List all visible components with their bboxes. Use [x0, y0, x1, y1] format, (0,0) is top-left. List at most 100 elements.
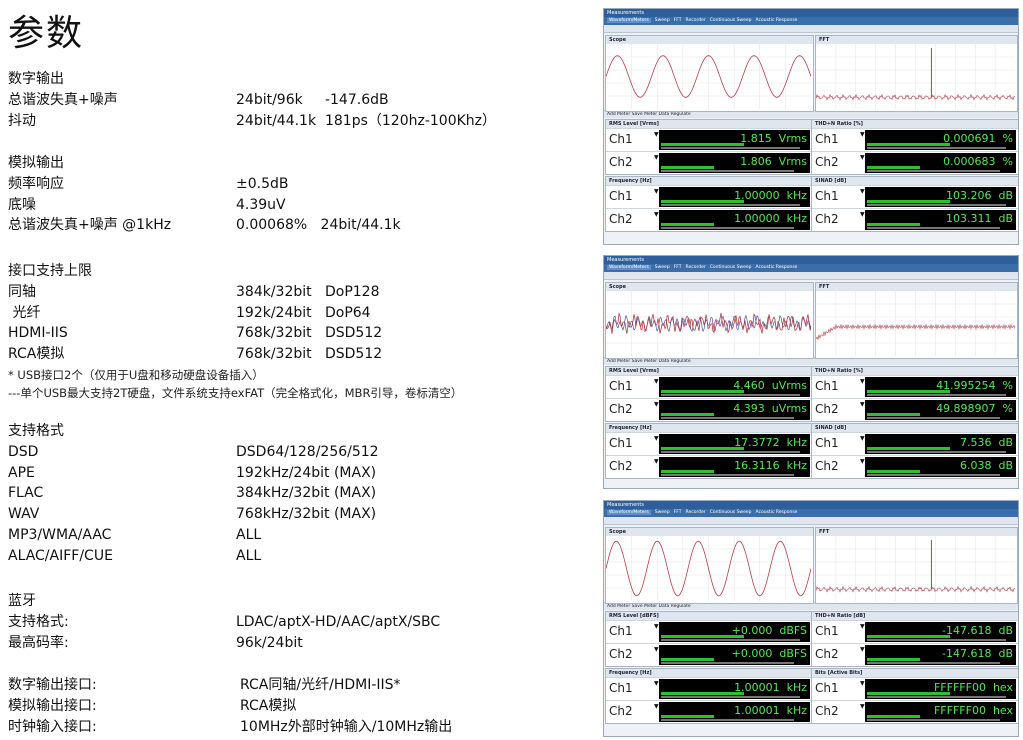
meter-thd-n-ratio: THD+N Ratio [%] Ch1 ▼ 41.995254 % Ch2 ▼ 49.898…: [811, 366, 1018, 422]
spec-key: 频率响应: [8, 175, 64, 192]
meter-display: 1.00001 kHz: [659, 702, 810, 722]
save-meter-data-button[interactable]: Save Meter Data: [632, 112, 671, 117]
channel-label: Ch2: [815, 459, 839, 473]
save-meter-data-button[interactable]: Save Meter Data: [632, 604, 671, 609]
tab-fft[interactable]: FFT: [674, 265, 682, 270]
add-meter-button[interactable]: Add Meter: [607, 359, 632, 364]
spec-value: DSD64/128/256/512: [236, 443, 379, 460]
meter-channel-row: Ch2 ▼ 0.000683 %: [812, 151, 1018, 174]
tab-waveform-meters[interactable]: Waveform/Meters: [607, 18, 651, 23]
tab-fft[interactable]: FFT: [674, 510, 682, 515]
tab-acoustic-response[interactable]: Acoustic Response: [756, 18, 798, 23]
channel-dropdown-icon[interactable]: ▼: [654, 458, 659, 465]
level-bar: [867, 635, 951, 638]
meter-channel-row: Ch2 ▼ 1.806 Vrms: [606, 151, 812, 174]
tab-waveform-meters[interactable]: Waveform/Meters: [607, 265, 651, 270]
meter-display: 1.815 Vrms: [659, 130, 810, 150]
channel-label: Ch1: [815, 189, 839, 203]
channel-dropdown-icon[interactable]: ▼: [654, 435, 659, 442]
meter-name: Bits [Active Bits]: [812, 669, 1018, 677]
save-meter-data-button[interactable]: Save Meter Data: [632, 359, 671, 364]
meter-display: 1.00001 kHz: [659, 679, 810, 699]
meter-channel-row: Ch2 ▼ -147.618 dB: [812, 643, 1018, 666]
scope-label: Scope: [606, 36, 813, 44]
tab-recorder[interactable]: Recorder: [686, 510, 706, 515]
tab-recorder[interactable]: Recorder: [686, 265, 706, 270]
window-title: Measurements: [604, 256, 1018, 264]
channel-dropdown-icon[interactable]: ▼: [860, 211, 865, 218]
tab-continuous-sweep[interactable]: Continuous Sweep: [710, 18, 752, 23]
toolbar: [604, 25, 1018, 40]
channel-dropdown-icon[interactable]: ▼: [860, 378, 865, 385]
meter-value: 103.206 dB: [945, 189, 1013, 202]
channel-dropdown-icon[interactable]: ▼: [654, 154, 659, 161]
meters-grid: RMS Level [Vrms] Ch1 ▼ 4.460 uVrms Ch2 ▼ 4.393…: [604, 365, 1018, 485]
channel-dropdown-icon[interactable]: ▼: [860, 623, 865, 630]
spec-key: APE: [8, 464, 35, 481]
channel-dropdown-icon[interactable]: ▼: [654, 211, 659, 218]
meter-value: FFFFFF00 hex: [933, 704, 1013, 717]
channel-dropdown-icon[interactable]: ▼: [860, 154, 865, 161]
regulate-button[interactable]: Regulate: [671, 112, 691, 117]
section-heading: 蓝牙: [8, 593, 36, 609]
meter-frequency: Frequency [Hz] Ch1 ▼ 1.00000 kHz Ch2 ▼ 1.00000…: [605, 176, 813, 232]
channel-dropdown-icon[interactable]: ▼: [860, 435, 865, 442]
meter-value: 4.393 uVrms: [733, 402, 807, 415]
level-bar: [661, 447, 745, 450]
add-meter-button[interactable]: Add Meter: [607, 112, 632, 117]
meter-value: -147.618 dB: [942, 624, 1013, 637]
channel-dropdown-icon[interactable]: ▼: [860, 646, 865, 653]
channel-dropdown-icon[interactable]: ▼: [654, 401, 659, 408]
channel-dropdown-icon[interactable]: ▼: [654, 703, 659, 710]
spec-key: 总谐波失真+噪声 @1kHz: [8, 217, 172, 234]
tab-acoustic-response[interactable]: Acoustic Response: [756, 510, 798, 515]
channel-dropdown-icon[interactable]: ▼: [860, 458, 865, 465]
channel-label: Ch1: [815, 132, 839, 146]
spec-key: FLAC: [8, 485, 44, 502]
add-meter-button[interactable]: Add Meter: [607, 604, 632, 609]
level-bar: [867, 692, 951, 695]
channel-dropdown-icon[interactable]: ▼: [654, 378, 659, 385]
peak-bar: [867, 662, 1000, 664]
tab-continuous-sweep[interactable]: Continuous Sweep: [710, 510, 752, 515]
tab-fft[interactable]: FFT: [674, 18, 682, 23]
channel-dropdown-icon[interactable]: ▼: [860, 703, 865, 710]
level-bar: [661, 413, 714, 416]
channel-dropdown-icon[interactable]: ▼: [654, 680, 659, 687]
spec-value: ALL: [236, 527, 262, 543]
tab-continuous-sweep[interactable]: Continuous Sweep: [710, 265, 752, 270]
peak-bar: [661, 170, 794, 172]
meter-value: 4.460 uVrms: [733, 379, 807, 392]
channel-dropdown-icon[interactable]: ▼: [654, 623, 659, 630]
peak-bar: [867, 719, 1000, 721]
regulate-button[interactable]: Regulate: [671, 359, 691, 364]
meter-name: RMS Level [Vrms]: [606, 367, 812, 375]
level-bar: [867, 166, 920, 169]
meter-channel-row: Ch1 ▼ 1.815 Vrms: [606, 128, 812, 151]
tab-sweep[interactable]: Sweep: [655, 510, 670, 515]
meter-channel-row: Ch1 ▼ FFFFFF00 hex: [812, 677, 1018, 700]
spec-key: 抖动: [8, 112, 36, 129]
tab-recorder[interactable]: Recorder: [686, 18, 706, 23]
tab-sweep[interactable]: Sweep: [655, 18, 670, 23]
channel-dropdown-icon[interactable]: ▼: [654, 646, 659, 653]
meter-display: +0.000 dBFS: [659, 622, 810, 642]
tab-acoustic-response[interactable]: Acoustic Response: [756, 265, 798, 270]
tab-sweep[interactable]: Sweep: [655, 265, 670, 270]
channel-dropdown-icon[interactable]: ▼: [860, 131, 865, 138]
level-bar: [661, 658, 714, 661]
channel-dropdown-icon[interactable]: ▼: [860, 188, 865, 195]
regulate-button[interactable]: Regulate: [671, 604, 691, 609]
peak-bar: [867, 394, 1006, 396]
tab-waveform-meters[interactable]: Waveform/Meters: [607, 510, 651, 515]
channel-dropdown-icon[interactable]: ▼: [860, 680, 865, 687]
channel-dropdown-icon[interactable]: ▼: [654, 188, 659, 195]
channel-label: Ch1: [609, 189, 633, 203]
channel-dropdown-icon[interactable]: ▼: [654, 131, 659, 138]
channel-label: Ch2: [815, 155, 839, 169]
channel-label: Ch1: [815, 436, 839, 450]
spec-value: RCA模拟: [240, 697, 297, 714]
meter-channel-row: Ch1 ▼ 1.00000 kHz: [606, 185, 812, 208]
channel-dropdown-icon[interactable]: ▼: [860, 401, 865, 408]
meter-value: 16.3116 kHz: [734, 459, 807, 472]
